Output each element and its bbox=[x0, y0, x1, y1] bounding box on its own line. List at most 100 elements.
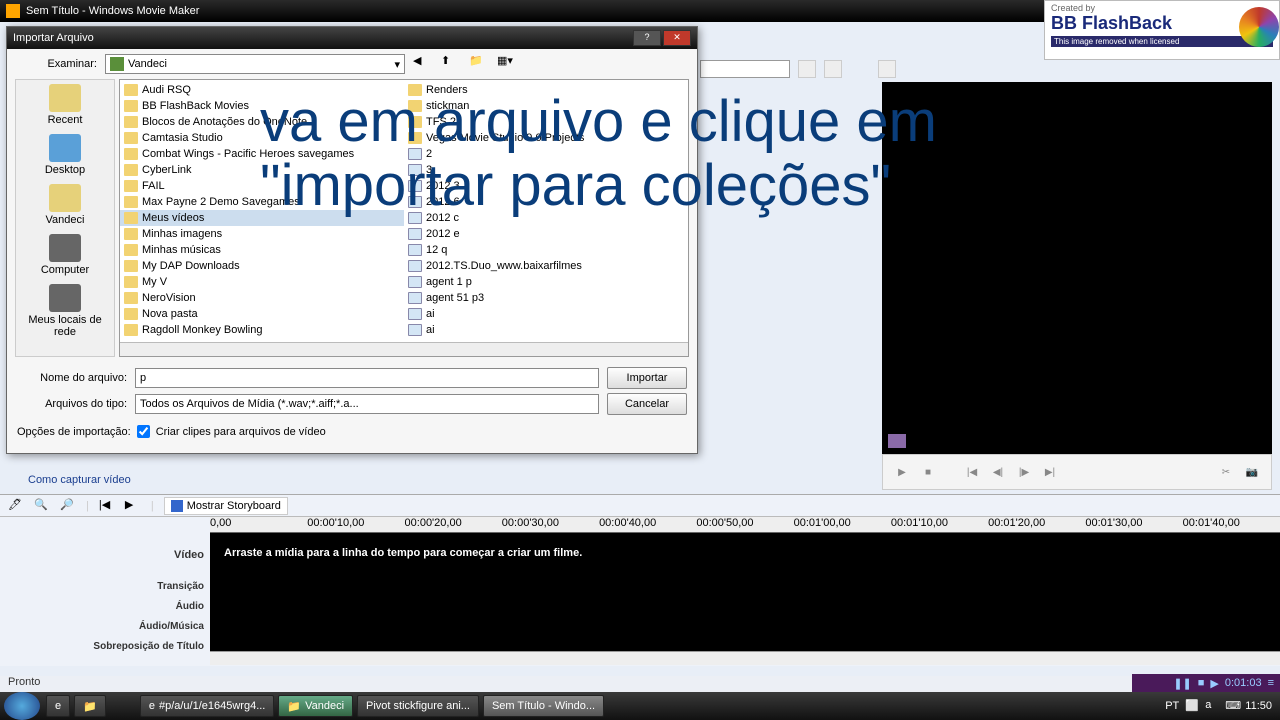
file-item[interactable]: Meus vídeos bbox=[120, 210, 404, 226]
file-item[interactable]: 2012 3 bbox=[404, 178, 688, 194]
timeline-scrollbar[interactable] bbox=[210, 651, 1280, 665]
file-item[interactable]: Ragdoll Monkey Bowling bbox=[120, 322, 404, 338]
tray-icon-1[interactable]: ⬜ bbox=[1185, 699, 1199, 713]
clock[interactable]: 11:50 bbox=[1245, 700, 1272, 712]
rec-pause-icon: ❚❚ bbox=[1173, 677, 1191, 690]
show-storyboard-button[interactable]: Mostrar Storyboard bbox=[164, 497, 288, 515]
dialog-help-button[interactable]: ? bbox=[633, 30, 661, 46]
filelist-scrollbar[interactable] bbox=[120, 342, 688, 356]
view-menu-icon[interactable]: ▦▾ bbox=[497, 54, 517, 74]
timeline-canvas[interactable]: 0,0000:00'10,0000:00'20,0000:00'30,0000:… bbox=[210, 517, 1280, 665]
dialog-titlebar[interactable]: Importar Arquivo ? ✕ bbox=[7, 27, 697, 49]
file-item[interactable]: 2012 c bbox=[404, 210, 688, 226]
cancel-button[interactable]: Cancelar bbox=[607, 393, 687, 415]
file-item[interactable]: Audi RSQ bbox=[120, 82, 404, 98]
preview-monitor bbox=[882, 82, 1272, 454]
import-button[interactable]: Importar bbox=[607, 367, 687, 389]
file-item[interactable]: agent 1 p bbox=[404, 274, 688, 290]
filename-input[interactable] bbox=[135, 368, 599, 388]
file-item[interactable]: ai bbox=[404, 306, 688, 322]
play-button[interactable]: ▶ bbox=[893, 463, 911, 481]
toolbar-icon-2[interactable] bbox=[824, 60, 842, 78]
next-clip-button[interactable]: ▶| bbox=[1041, 463, 1059, 481]
file-list[interactable]: Audi RSQBB FlashBack MoviesBlocos de Ano… bbox=[119, 79, 689, 357]
zoom-out-icon[interactable]: 🔎 bbox=[60, 498, 76, 514]
file-item[interactable]: Renders bbox=[404, 82, 688, 98]
timeline-tool-icon[interactable]: 🖊 bbox=[8, 498, 24, 514]
place-network[interactable]: Meus locais de rede bbox=[16, 284, 114, 338]
toolbar-view-icon[interactable] bbox=[878, 60, 896, 78]
file-item[interactable]: My V bbox=[120, 274, 404, 290]
file-item[interactable]: stickman bbox=[404, 98, 688, 114]
file-item[interactable]: NeroVision bbox=[120, 290, 404, 306]
taskbar-item-2[interactable]: Pivot stickfigure ani... bbox=[357, 695, 479, 717]
timeline: 🖊 🔍 🔎 | |◀ ▶ | Mostrar Storyboard Vídeo … bbox=[0, 494, 1280, 666]
file-item[interactable]: 12 q bbox=[404, 242, 688, 258]
file-item[interactable]: Camtasia Studio bbox=[120, 130, 404, 146]
bb-notice: This image removed when licensed bbox=[1051, 36, 1273, 47]
examine-label: Examinar: bbox=[17, 58, 97, 70]
step-back-button[interactable]: ◀| bbox=[989, 463, 1007, 481]
file-item[interactable]: Blocos de Anotações do OneNote bbox=[120, 114, 404, 130]
examine-value: Vandeci bbox=[128, 58, 167, 70]
start-button[interactable] bbox=[4, 692, 40, 720]
back-icon[interactable]: ◀ bbox=[413, 54, 433, 74]
rewind-icon[interactable]: |◀ bbox=[99, 498, 115, 514]
file-item[interactable]: 3 bbox=[404, 162, 688, 178]
file-item[interactable]: 2012.TS.Duo_www.baixarfilmes bbox=[404, 258, 688, 274]
file-item[interactable]: Max Payne 2 Demo Savegames bbox=[120, 194, 404, 210]
file-item[interactable]: TFS 2 bbox=[404, 114, 688, 130]
file-item[interactable]: Combat Wings - Pacific Heroes savegames bbox=[120, 146, 404, 162]
file-item[interactable]: Minhas músicas bbox=[120, 242, 404, 258]
taskbar-item-0[interactable]: e#p/a/u/1/e1645wrg4... bbox=[140, 695, 275, 717]
new-folder-icon[interactable]: 📁 bbox=[469, 54, 489, 74]
preview-controls: ▶ ■ |◀ ◀| |▶ ▶| ✂ 📷 bbox=[882, 454, 1272, 490]
file-item[interactable]: Vegas Movie Studio 9.0 Projects bbox=[404, 130, 688, 146]
place-computer[interactable]: Computer bbox=[16, 234, 114, 276]
capture-video-link[interactable]: Como capturar vídeo bbox=[28, 474, 131, 486]
file-item[interactable]: agent 51 p3 bbox=[404, 290, 688, 306]
up-folder-icon[interactable]: ⬆ bbox=[441, 54, 461, 74]
file-item[interactable]: 2012 6 bbox=[404, 194, 688, 210]
lang-indicator[interactable]: PT bbox=[1165, 700, 1179, 712]
places-bar: Recent Desktop Vandeci Computer Meus loc… bbox=[15, 79, 115, 357]
quicklaunch-explorer[interactable]: 📁 bbox=[74, 695, 106, 717]
rec-play-icon: ▶ bbox=[1210, 677, 1218, 690]
file-item[interactable]: 2 bbox=[404, 146, 688, 162]
bb-swirl-icon bbox=[1239, 7, 1279, 47]
create-clips-checkbox[interactable] bbox=[137, 425, 150, 438]
step-fwd-button[interactable]: |▶ bbox=[1015, 463, 1033, 481]
split-button[interactable]: ✂ bbox=[1217, 463, 1235, 481]
dialog-close-button[interactable]: ✕ bbox=[663, 30, 691, 46]
track-video: Vídeo bbox=[0, 545, 204, 565]
folder-location-icon bbox=[110, 57, 124, 71]
taskbar-item-1[interactable]: 📁Vandeci bbox=[278, 695, 353, 717]
file-item[interactable]: ai bbox=[404, 322, 688, 338]
file-item[interactable]: 2012 e bbox=[404, 226, 688, 242]
place-recent[interactable]: Recent bbox=[16, 84, 114, 126]
zoom-in-icon[interactable]: 🔍 bbox=[34, 498, 50, 514]
filetype-label: Arquivos do tipo: bbox=[17, 398, 127, 410]
file-item[interactable]: Nova pasta bbox=[120, 306, 404, 322]
file-item[interactable]: My DAP Downloads bbox=[120, 258, 404, 274]
file-item[interactable]: Minhas imagens bbox=[120, 226, 404, 242]
toolbar-icon-1[interactable] bbox=[798, 60, 816, 78]
snapshot-button[interactable]: 📷 bbox=[1243, 463, 1261, 481]
file-item[interactable]: CyberLink bbox=[120, 162, 404, 178]
stop-button[interactable]: ■ bbox=[919, 463, 937, 481]
file-item[interactable]: FAIL bbox=[120, 178, 404, 194]
tray-icon-2[interactable]: a bbox=[1205, 699, 1219, 713]
tray-icon-3[interactable]: ⌨ bbox=[1225, 699, 1239, 713]
bb-record-indicator: ❚❚ ■ ▶ 0:01:03 ≡ bbox=[1132, 674, 1280, 692]
examine-dropdown[interactable]: Vandeci ▾ bbox=[105, 54, 405, 74]
taskbar-item-3[interactable]: Sem Título - Windo... bbox=[483, 695, 604, 717]
play-timeline-icon[interactable]: ▶ bbox=[125, 498, 141, 514]
rec-options-icon: ≡ bbox=[1268, 677, 1274, 689]
quicklaunch-ie[interactable]: e bbox=[46, 695, 70, 717]
place-desktop[interactable]: Desktop bbox=[16, 134, 114, 176]
filetype-dropdown[interactable] bbox=[135, 394, 599, 414]
collection-dropdown[interactable] bbox=[700, 60, 790, 78]
file-item[interactable]: BB FlashBack Movies bbox=[120, 98, 404, 114]
prev-clip-button[interactable]: |◀ bbox=[963, 463, 981, 481]
place-user[interactable]: Vandeci bbox=[16, 184, 114, 226]
